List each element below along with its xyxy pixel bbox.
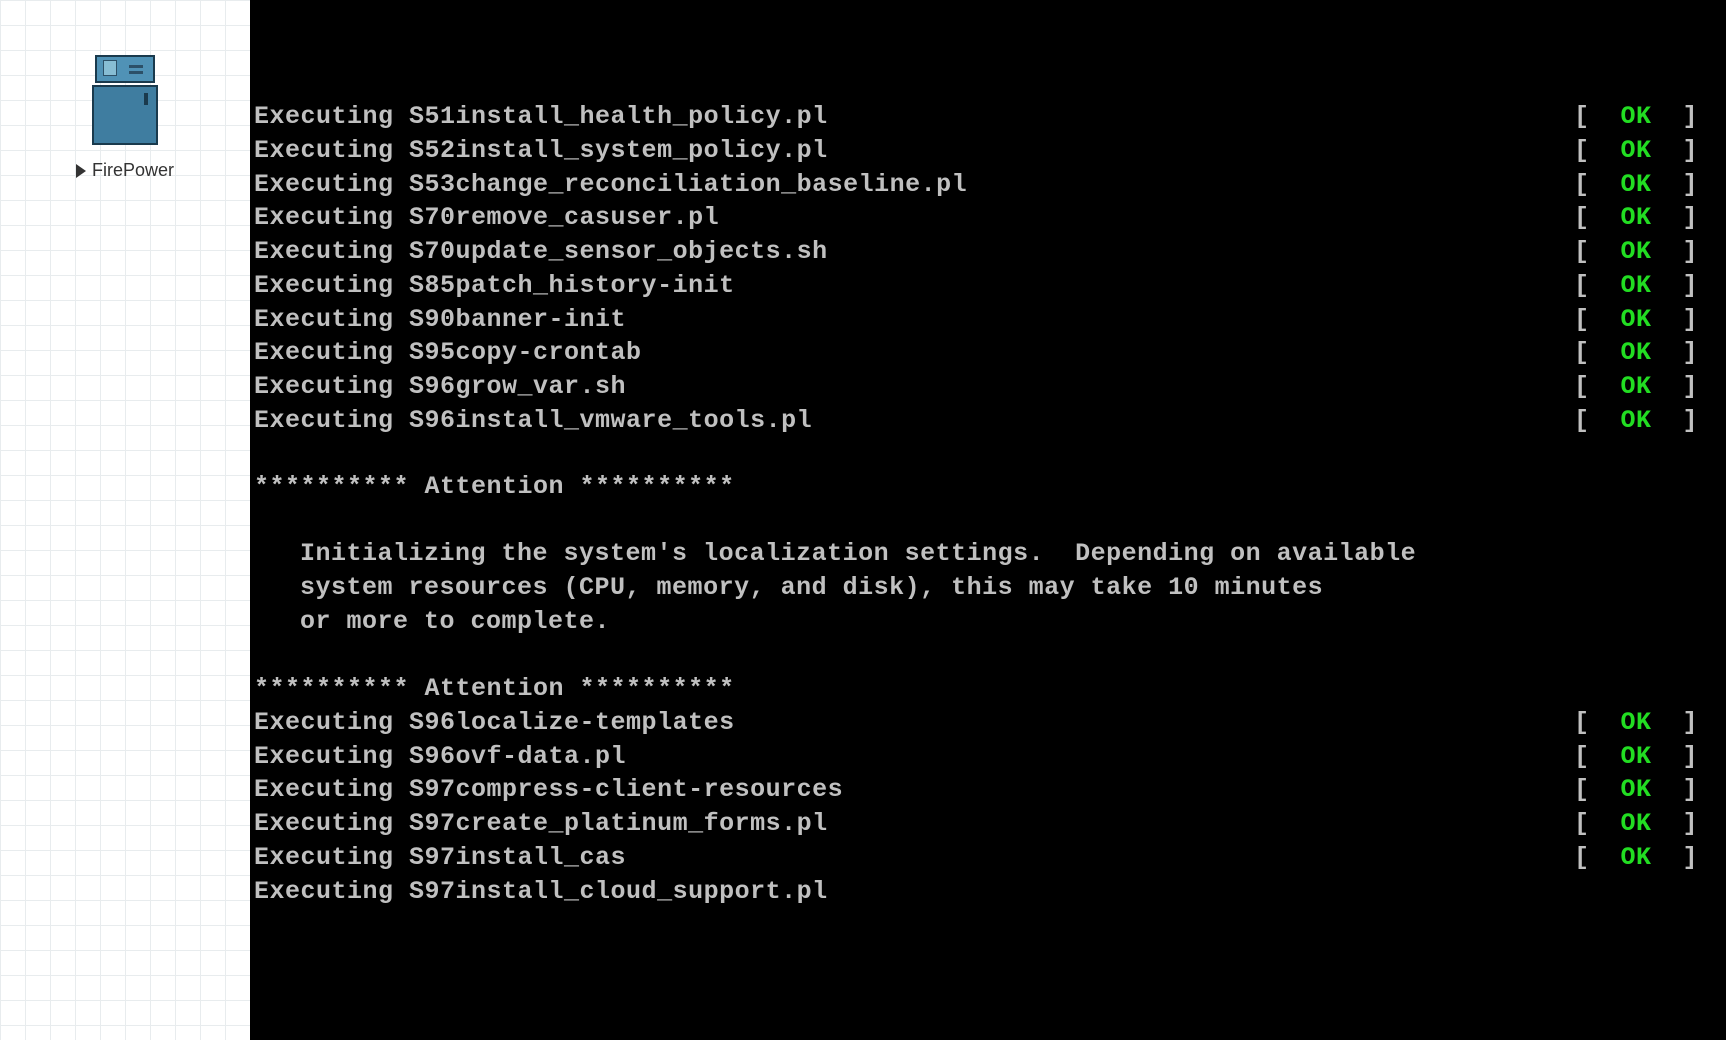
tree-label-text: FirePower [92,160,174,181]
status-bracket: [ OK ] [1574,370,1698,404]
console-text: Executing S97install_cloud_support.pl [254,875,828,909]
server-icon [90,55,160,150]
attention-body-line: system resources (CPU, memory, and disk)… [254,571,1698,605]
status-ok: OK [1620,843,1651,872]
tree-item-firepower[interactable]: FirePower [76,55,174,181]
status-bracket: [ OK ] [1574,404,1698,438]
console-area[interactable]: Executing S51install_health_policy.pl [ O… [250,0,1726,1040]
console-line: Executing S97install_cas [ OK ] [254,841,1698,875]
console-text: Executing S53change_reconciliation_basel… [254,168,967,202]
status-ok: OK [1620,775,1651,804]
status-bracket: [ OK ] [1574,740,1698,774]
status-ok: OK [1620,305,1651,334]
status-bracket: [ OK ] [1574,336,1698,370]
status-bracket: [ OK ] [1574,134,1698,168]
tree-label[interactable]: FirePower [76,160,174,181]
sidebar: FirePower [0,0,250,1040]
console-line: Executing S95copy-crontab [ OK ] [254,336,1698,370]
status-ok: OK [1620,102,1651,131]
status-bracket: [ OK ] [1574,706,1698,740]
console-text: Executing S52install_system_policy.pl [254,134,828,168]
status-bracket: [ OK ] [1574,168,1698,202]
expand-icon[interactable] [76,164,86,178]
status-ok: OK [1620,271,1651,300]
console-text: Executing S51install_health_policy.pl [254,100,828,134]
attention-header: ********** Attention ********** [254,470,1698,504]
console-line: Executing S85patch_history-init [ OK ] [254,269,1698,303]
console-text: Executing S95copy-crontab [254,336,642,370]
status-ok: OK [1620,338,1651,367]
status-ok: OK [1620,237,1651,266]
console-line: Executing S96ovf-data.pl [ OK ] [254,740,1698,774]
console-text: Executing S97compress-client-resources [254,773,843,807]
console-text: Executing S70remove_casuser.pl [254,201,719,235]
console-line: Executing S96grow_var.sh [ OK ] [254,370,1698,404]
attention-body-line: or more to complete. [254,605,1698,639]
console-line: Executing S90banner-init [ OK ] [254,303,1698,337]
status-bracket: [ OK ] [1574,100,1698,134]
console-line: Executing S70update_sensor_objects.sh [ O… [254,235,1698,269]
console-line: Executing S96install_vmware_tools.pl [ OK… [254,404,1698,438]
status-bracket: [ OK ] [1574,841,1698,875]
status-bracket: [ OK ] [1574,773,1698,807]
console-line: Executing S52install_system_policy.pl [ O… [254,134,1698,168]
console-line: Executing S70remove_casuser.pl [ OK ] [254,201,1698,235]
status-bracket: [ OK ] [1574,269,1698,303]
console-line: Executing S97install_cloud_support.pl [254,875,1698,909]
console-text: Executing S96install_vmware_tools.pl [254,404,812,438]
console-text: Executing S96localize-templates [254,706,735,740]
attention-header: ********** Attention ********** [254,672,1698,706]
console-line: Executing S97compress-client-resources [ … [254,773,1698,807]
console-text: Executing S97install_cas [254,841,626,875]
console-text: Executing S70update_sensor_objects.sh [254,235,828,269]
console-line: Executing S96localize-templates [ OK ] [254,706,1698,740]
console-text: Executing S96grow_var.sh [254,370,626,404]
status-ok: OK [1620,809,1651,838]
console-text: Executing S85patch_history-init [254,269,735,303]
status-ok: OK [1620,372,1651,401]
status-ok: OK [1620,742,1651,771]
status-ok: OK [1620,406,1651,435]
console-text: Executing S90banner-init [254,303,626,337]
console-line: Executing S53change_reconciliation_basel… [254,168,1698,202]
status-ok: OK [1620,136,1651,165]
console-text: Executing S97create_platinum_forms.pl [254,807,828,841]
status-bracket: [ OK ] [1574,303,1698,337]
console-line: Executing S97create_platinum_forms.pl [ O… [254,807,1698,841]
status-bracket: [ OK ] [1574,235,1698,269]
console-line: Executing S51install_health_policy.pl [ O… [254,100,1698,134]
status-ok: OK [1620,170,1651,199]
status-ok: OK [1620,708,1651,737]
status-bracket: [ OK ] [1574,807,1698,841]
status-bracket: [ OK ] [1574,201,1698,235]
console-text: Executing S96ovf-data.pl [254,740,626,774]
attention-body-line: Initializing the system's localization s… [254,537,1698,571]
status-ok: OK [1620,203,1651,232]
